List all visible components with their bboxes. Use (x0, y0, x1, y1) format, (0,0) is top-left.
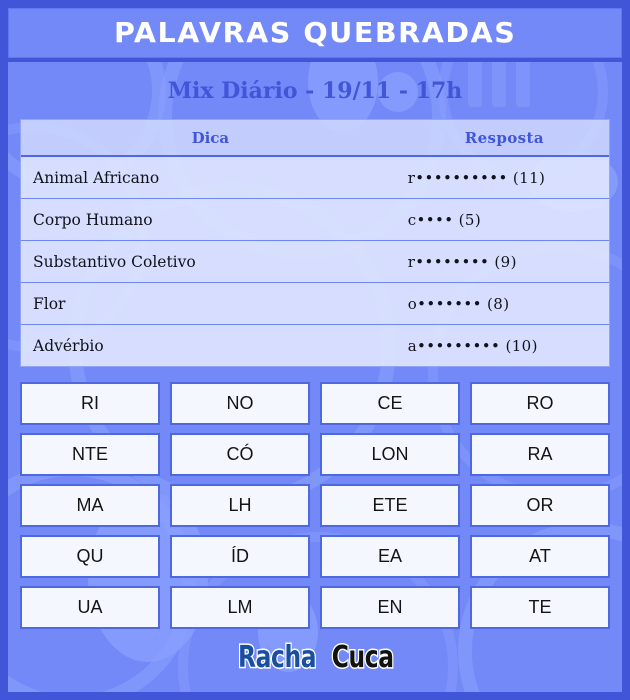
game-window: PALAVRAS QUEBRADAS Mix Diário - 19/11 - … (0, 0, 630, 700)
tile-button[interactable]: CE (320, 382, 460, 425)
table-row[interactable]: Flor o••••••• (8) (21, 283, 609, 325)
tile-button[interactable]: LM (170, 586, 310, 629)
answer-pattern: a••••••••• (10) (407, 336, 538, 355)
tile-button[interactable]: ETE (320, 484, 460, 527)
tile-button[interactable]: MA (20, 484, 160, 527)
clue-text: Corpo Humano (33, 210, 153, 229)
tile-button[interactable]: QU (20, 535, 160, 578)
tile-button[interactable]: TE (470, 586, 610, 629)
tile-button[interactable]: EA (320, 535, 460, 578)
syllable-tile-grid: RI NO CE RO NTE CÓ LON RA MA LH ETE OR Q… (20, 382, 610, 629)
column-header-answer: Resposta (464, 128, 544, 147)
tile-button[interactable]: NO (170, 382, 310, 425)
answer-pattern: r•••••••• (9) (407, 252, 517, 271)
answer-pattern: r•••••••••• (11) (407, 168, 546, 187)
tile-button[interactable]: UA (20, 586, 160, 629)
tile-button[interactable]: RO (470, 382, 610, 425)
column-header-clue: Dica (191, 128, 230, 147)
tile-button[interactable]: OR (470, 484, 610, 527)
logo-text-racha: Racha (237, 639, 318, 677)
table-row[interactable]: Substantivo Coletivo r•••••••• (9) (21, 241, 609, 283)
table-row[interactable]: Advérbio a••••••••• (10) (21, 325, 609, 366)
table-header-row: Dica Resposta (21, 120, 609, 157)
logo-text-cuca: Cuca (331, 639, 396, 677)
site-logo[interactable]: Racha Cuca (8, 639, 622, 677)
tile-button[interactable]: LON (320, 433, 460, 476)
answer-pattern: o••••••• (8) (407, 294, 510, 313)
clue-table: Dica Resposta Animal Africano r•••••••••… (20, 119, 610, 367)
tile-button[interactable]: RI (20, 382, 160, 425)
answer-pattern: c•••• (5) (407, 210, 482, 229)
clue-text: Substantivo Coletivo (33, 252, 196, 271)
tile-button[interactable]: EN (320, 586, 460, 629)
clue-text: Animal Africano (33, 168, 160, 187)
clue-text: Flor (33, 294, 66, 313)
page-title: PALAVRAS QUEBRADAS (113, 16, 517, 49)
tile-button[interactable]: CÓ (170, 433, 310, 476)
tile-button[interactable]: ÍD (170, 535, 310, 578)
round-subtitle: Mix Diário - 19/11 - 17h (167, 78, 463, 104)
tile-button[interactable]: AT (470, 535, 610, 578)
title-bar: PALAVRAS QUEBRADAS (8, 8, 622, 58)
tile-button[interactable]: RA (470, 433, 610, 476)
table-row[interactable]: Corpo Humano c•••• (5) (21, 199, 609, 241)
tile-button[interactable]: LH (170, 484, 310, 527)
tile-button[interactable]: NTE (20, 433, 160, 476)
main-panel: Mix Diário - 19/11 - 17h Dica Resposta A… (8, 62, 622, 692)
clue-text: Advérbio (33, 336, 104, 355)
table-row[interactable]: Animal Africano r•••••••••• (11) (21, 157, 609, 199)
